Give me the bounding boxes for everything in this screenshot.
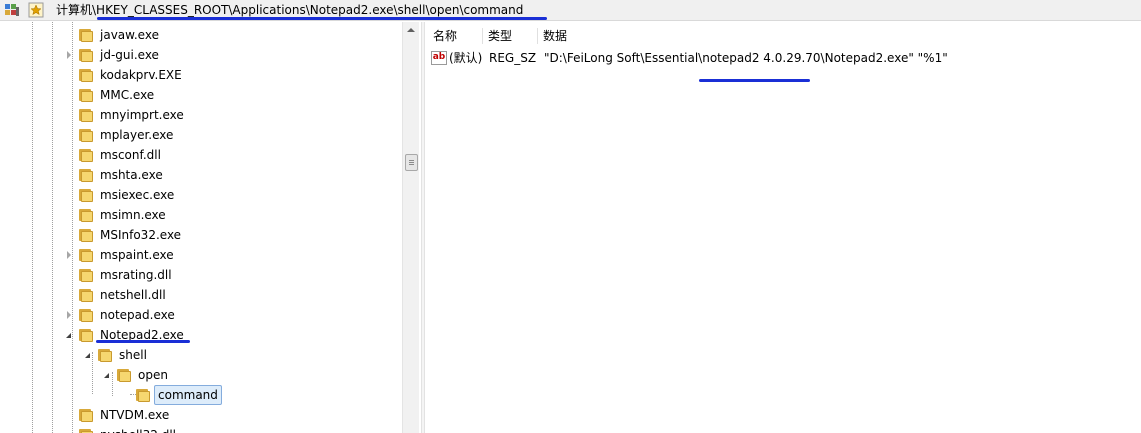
chevron-up-icon xyxy=(407,28,415,32)
folder-icon xyxy=(78,48,94,62)
folder-icon xyxy=(78,128,94,142)
favorites-star-icon[interactable] xyxy=(28,2,44,18)
folder-icon xyxy=(78,248,94,262)
folder-icon xyxy=(78,428,94,433)
scroll-up-button[interactable] xyxy=(403,22,419,39)
folder-icon xyxy=(78,168,94,182)
tree-guide-line xyxy=(52,22,53,433)
collapse-arrow-icon[interactable] xyxy=(104,373,109,378)
folder-icon xyxy=(135,388,151,402)
registry-tree: javaw.exe jd-gui.exe kodakprv.EXE MMC.ex… xyxy=(0,22,402,433)
values-list: 名称 类型 数据 ab (默认) REG_SZ "D:\FeiLong Soft… xyxy=(425,22,1141,433)
scroll-thumb[interactable] xyxy=(405,154,418,171)
folder-icon xyxy=(78,188,94,202)
registry-editor-icon xyxy=(5,4,19,16)
expand-arrow-icon[interactable] xyxy=(67,311,71,319)
expand-arrow-icon[interactable] xyxy=(67,51,71,59)
address-underline-annotation xyxy=(97,17,547,20)
value-data: "D:\FeiLong Soft\Essential\notepad2 4.0.… xyxy=(544,51,948,65)
expand-arrow-icon[interactable] xyxy=(67,251,71,259)
value-name: (默认) xyxy=(449,51,483,65)
string-value-icon: ab xyxy=(431,51,447,65)
tree-scrollbar[interactable] xyxy=(402,22,419,433)
collapse-arrow-icon[interactable] xyxy=(66,333,71,338)
folder-icon xyxy=(78,268,94,282)
column-header-data[interactable]: 数据 xyxy=(543,26,567,46)
folder-open-icon xyxy=(116,368,132,382)
tree-guide-line xyxy=(92,352,93,394)
folder-icon xyxy=(78,408,94,422)
folder-icon xyxy=(78,68,94,82)
folder-icon xyxy=(78,228,94,242)
folder-icon xyxy=(78,288,94,302)
tree-guide-line xyxy=(112,372,113,396)
list-row[interactable]: ab (默认) REG_SZ "D:\FeiLong Soft\Essentia… xyxy=(425,48,1141,68)
folder-open-icon xyxy=(97,348,113,362)
folder-open-icon xyxy=(78,328,94,342)
column-header-name[interactable]: 名称 xyxy=(433,26,457,46)
folder-icon xyxy=(78,148,94,162)
folder-icon xyxy=(78,88,94,102)
list-header: 名称 类型 数据 xyxy=(425,26,1141,46)
collapse-arrow-icon[interactable] xyxy=(85,353,90,358)
folder-icon xyxy=(78,308,94,322)
folder-icon xyxy=(78,208,94,222)
notepad2-underline-annotation xyxy=(96,340,190,343)
data-underline-annotation xyxy=(699,79,810,82)
folder-icon xyxy=(78,28,94,42)
column-header-type[interactable]: 类型 xyxy=(488,26,512,46)
tree-guide-line xyxy=(32,22,33,433)
tree-guide-line xyxy=(72,22,73,433)
folder-icon xyxy=(78,108,94,122)
value-type: REG_SZ xyxy=(489,51,537,65)
